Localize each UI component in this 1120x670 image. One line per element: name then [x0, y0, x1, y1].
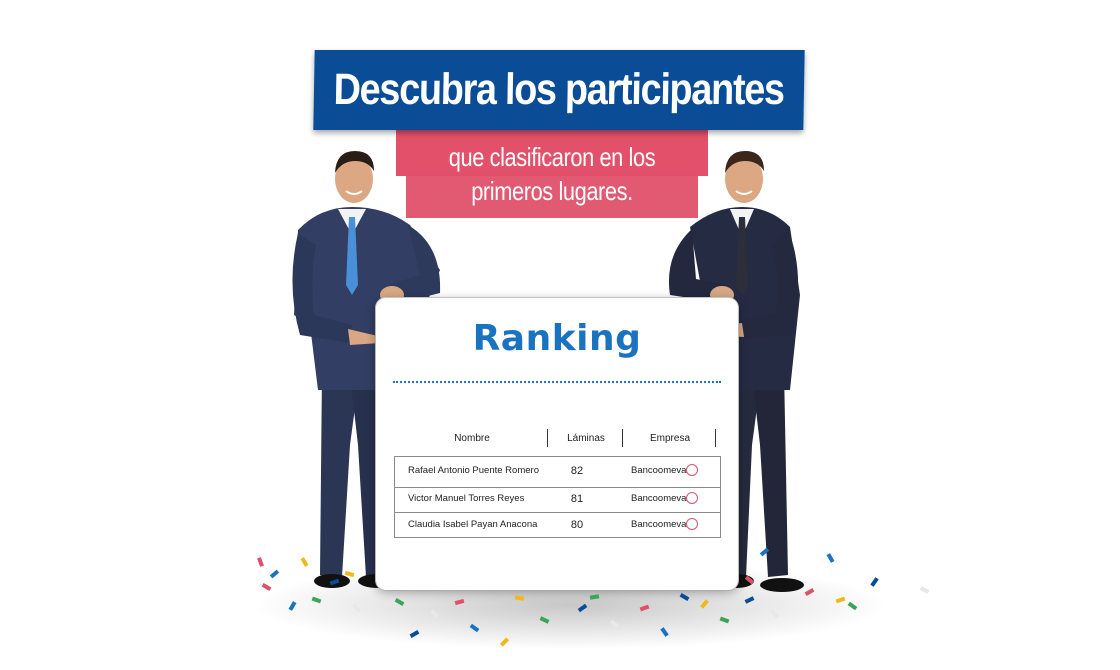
table-row-3-empresa: Bancoomeva [631, 519, 687, 530]
dotted-divider [393, 381, 721, 383]
row-2-circle-icon [686, 492, 698, 504]
table-row-3-laminas: 80 [570, 519, 584, 531]
column-header-empresa: Empresa [649, 433, 690, 444]
table-row-1-empresa: Bancoomeva [631, 465, 687, 476]
headline-title: Descubra los participantes [333, 65, 785, 114]
header-separator [547, 429, 548, 447]
confetti-piece [919, 586, 930, 594]
row-3-circle-icon [686, 518, 698, 530]
column-header-laminas: Láminas [567, 433, 605, 444]
headline-banner: Descubra los participantes [313, 50, 805, 130]
headline-subtitle-line-2: primeros lugares. [471, 176, 633, 206]
table-row-1-name: Rafael Antonio Puente Romero [408, 465, 539, 476]
table-row-3-name: Claudia Isabel Payan Anacona [408, 519, 538, 530]
row-1-circle-icon [686, 464, 698, 476]
header-separator [715, 429, 716, 447]
table-row-1-laminas: 82 [570, 465, 584, 477]
header-separator [622, 429, 623, 447]
column-header-nombre: Nombre [454, 433, 490, 444]
headline-subtitle-line-1: que clasificaron en los [448, 142, 656, 172]
ranking-title: Ranking [472, 318, 642, 359]
row-divider [394, 487, 721, 488]
table-row-2-laminas: 81 [570, 493, 584, 505]
row-divider [394, 512, 721, 513]
table-row-2-empresa: Bancoomeva [631, 493, 687, 504]
table-row-2-name: Victor Manuel Torres Reyes [408, 493, 525, 504]
